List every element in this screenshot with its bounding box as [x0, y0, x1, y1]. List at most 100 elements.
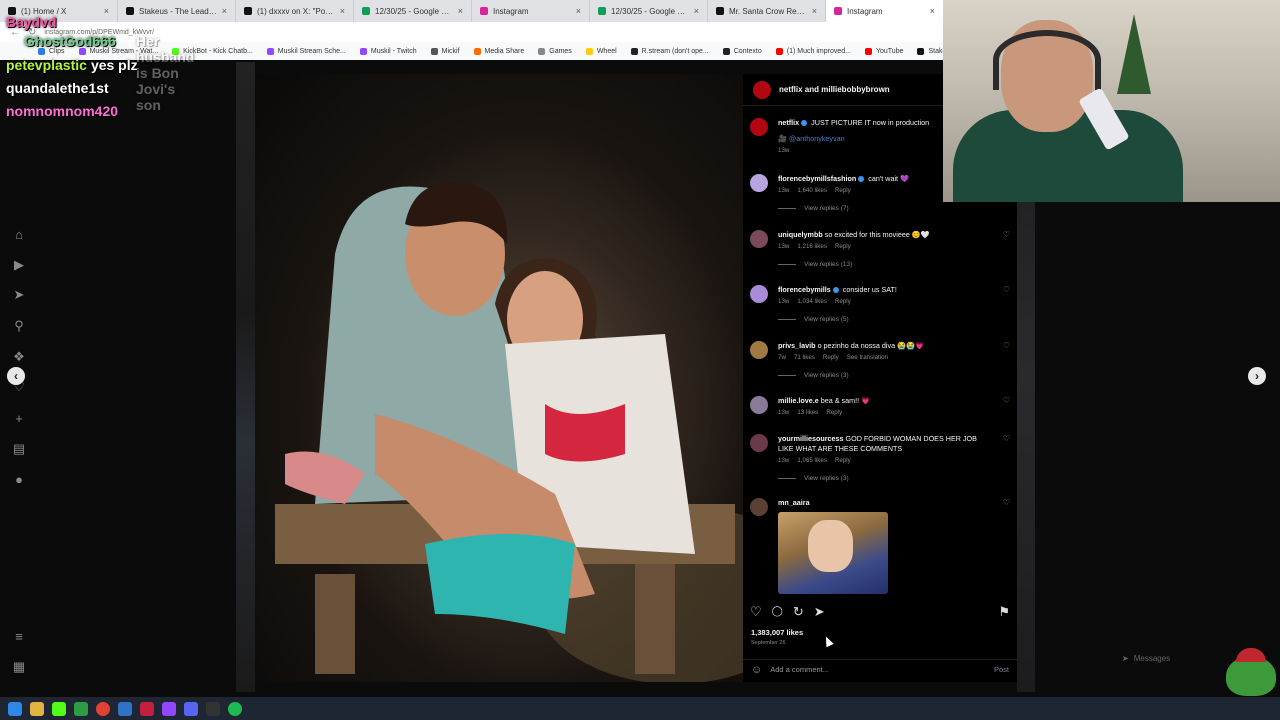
comment-likes[interactable]: 1,034 likes	[797, 297, 827, 307]
twitch-icon[interactable]	[162, 701, 176, 716]
commenter-avatar[interactable]	[750, 341, 768, 359]
prev-post-button[interactable]: ‹	[7, 367, 25, 385]
bookmark-item[interactable]: YouTube	[864, 47, 903, 55]
obs-icon[interactable]	[206, 701, 220, 716]
spotify-icon[interactable]	[228, 701, 242, 716]
browser-tab[interactable]: 12/30/25 - Google Sheets ×	[354, 0, 472, 22]
bookmark-item[interactable]: Media Share	[473, 47, 524, 55]
dashboard-icon[interactable]: ▤	[12, 442, 26, 456]
post-author-avatar[interactable]	[753, 80, 771, 99]
view-replies-button[interactable]: View replies (5)	[778, 316, 1010, 323]
start-icon[interactable]	[8, 701, 22, 716]
red-app-icon[interactable]	[140, 701, 154, 716]
comment-icon[interactable]: ◯	[772, 604, 783, 620]
close-tab-icon[interactable]: ×	[222, 6, 227, 16]
discord-icon[interactable]	[184, 701, 198, 716]
menu-icon[interactable]: ≡	[12, 630, 26, 644]
bookmark-item[interactable]: Mickif	[430, 47, 460, 55]
comment-username[interactable]: millie.love.e	[778, 396, 819, 405]
reply-button[interactable]: Reply	[823, 353, 839, 363]
close-tab-icon[interactable]: ×	[930, 6, 935, 16]
create-icon[interactable]: +	[12, 412, 26, 426]
explore-icon[interactable]: ❖	[12, 350, 26, 364]
browser-tab[interactable]: Instagram ×	[826, 0, 944, 22]
edge-icon[interactable]	[118, 701, 132, 716]
comment-likes[interactable]: 1,640 likes	[797, 186, 827, 196]
close-tab-icon[interactable]: ×	[576, 6, 581, 16]
browser-tab[interactable]: Instagram ×	[472, 0, 590, 22]
send-icon[interactable]: ➤	[12, 288, 26, 302]
bookmark-item[interactable]: Muskil - Twitch	[359, 47, 417, 55]
repost-icon[interactable]: ↻	[793, 604, 804, 620]
commenter-avatar[interactable]	[750, 285, 768, 303]
comment-like-icon[interactable]: ♡	[998, 498, 1010, 594]
like-icon[interactable]: ♡	[750, 604, 762, 620]
close-tab-icon[interactable]: ×	[694, 6, 699, 16]
comment-username[interactable]: netflix	[778, 118, 799, 127]
comment-username[interactable]: yourmilliesourcess	[778, 434, 844, 443]
commenter-avatar[interactable]	[750, 434, 768, 452]
reply-button[interactable]: Reply	[835, 186, 851, 196]
view-replies-button[interactable]: View replies (13)	[778, 261, 1010, 268]
browser-tab[interactable]: (1) dxxxv on X: "Pokimane so... ×	[236, 0, 354, 22]
post-comment-button[interactable]: Post	[994, 665, 1009, 674]
share-icon[interactable]: ➤	[814, 604, 825, 620]
profile-icon[interactable]: ●	[12, 473, 26, 487]
reply-button[interactable]: Reply	[835, 242, 851, 252]
commenter-avatar[interactable]	[750, 230, 768, 248]
comment-username[interactable]: uniquelymbb	[778, 230, 823, 239]
bookmark-item[interactable]: Wheel	[585, 47, 617, 55]
bookmark-item[interactable]: Stakeus - The Lead...	[917, 47, 944, 55]
commenter-avatar[interactable]	[750, 396, 768, 414]
bookmark-item[interactable]: Games	[538, 47, 572, 55]
bookmark-item[interactable]: (1) Much improved...	[775, 47, 851, 55]
search-icon[interactable]: ⚲	[12, 319, 26, 333]
sheets-icon[interactable]	[74, 701, 88, 716]
comment-gif-image[interactable]	[778, 512, 888, 594]
bookmark-item[interactable]: Contexto	[722, 47, 762, 55]
comment-likes[interactable]: 1,216 likes	[797, 242, 827, 252]
close-tab-icon[interactable]: ×	[812, 6, 817, 16]
reply-button[interactable]: Reply	[835, 297, 851, 307]
chrome-icon[interactable]	[96, 701, 110, 716]
post-author-names[interactable]: netflix and milliebobbybrown	[779, 85, 890, 94]
comment-username[interactable]: florencebymillsfashion	[778, 174, 856, 183]
comment-like-icon[interactable]: ♡	[998, 341, 1010, 363]
commenter-avatar[interactable]	[750, 498, 768, 516]
view-replies-button[interactable]: View replies (7)	[778, 205, 1010, 212]
reply-button[interactable]: Reply	[826, 408, 842, 418]
comment-like-icon[interactable]: ♡	[998, 285, 1010, 307]
view-replies-button[interactable]: View replies (3)	[778, 475, 1010, 482]
browser-tab[interactable]: Mr. Santa Crow Reacts to NEV... ×	[708, 0, 826, 22]
reply-button[interactable]: Reply	[835, 456, 851, 466]
reels-icon[interactable]: ▶	[12, 258, 26, 272]
home-icon[interactable]: ⌂	[12, 228, 26, 242]
bookmark-icon[interactable]: ⚑	[998, 604, 1010, 620]
commenter-avatar[interactable]	[750, 174, 768, 192]
see-translation-button[interactable]: See translation	[847, 353, 888, 363]
view-replies-button[interactable]: View replies (3)	[778, 372, 1010, 379]
messages-button[interactable]: ➤ Messages	[1122, 654, 1170, 663]
comment-like-icon[interactable]: ♡	[998, 396, 1010, 418]
comment-input[interactable]: Add a comment...	[770, 665, 829, 674]
comment-likes[interactable]: 1,065 likes	[797, 456, 827, 466]
more-icon[interactable]: ▦	[12, 660, 26, 674]
comment-username[interactable]: mn_aaira	[778, 498, 810, 507]
kick-icon[interactable]	[52, 701, 66, 716]
close-tab-icon[interactable]: ×	[458, 6, 463, 16]
emoji-icon[interactable]: ☺	[751, 664, 762, 676]
close-tab-icon[interactable]: ×	[340, 6, 345, 16]
comment-username[interactable]: privs_lavib	[778, 341, 816, 350]
comment-like-icon[interactable]: ♡	[998, 434, 1010, 466]
browser-tab[interactable]: 12/30/25 - Google Sheets ×	[590, 0, 708, 22]
likes-count[interactable]: 1,383,007 likes	[751, 628, 803, 637]
next-post-button[interactable]: ›	[1248, 367, 1266, 385]
commenter-avatar[interactable]	[750, 118, 768, 136]
comment-username[interactable]: florencebymills	[778, 285, 831, 294]
comment-likes[interactable]: 71 likes	[794, 353, 815, 363]
comment-like-icon[interactable]: ♡	[998, 230, 1010, 252]
file-explorer-icon[interactable]	[30, 701, 44, 716]
bookmark-item[interactable]: R.stream (don't ope...	[630, 47, 709, 55]
bookmark-item[interactable]: Muskil Stream Sche...	[266, 47, 346, 55]
comment-likes[interactable]: 13 likes	[797, 408, 818, 418]
